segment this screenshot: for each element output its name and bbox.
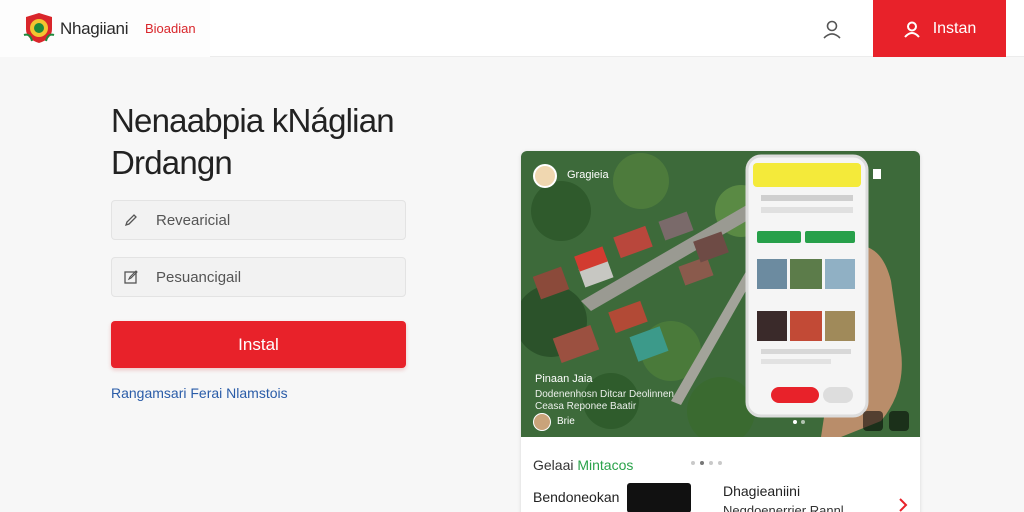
header-install-label: Instan [932,19,977,37]
replay-icon[interactable] [863,411,883,431]
pager-dot[interactable] [691,461,695,465]
pencil-icon [124,214,137,227]
logo-emblem-icon [23,13,55,43]
pager-dot[interactable] [718,461,722,465]
list-item-title[interactable]: Dhagieaniini [723,483,800,499]
post-caption-line: Ceasa Reponee Baatir [535,401,637,412]
header-install-button[interactable]: Instan [873,0,1006,57]
top-bar: Nhagiiani Bioadian Instan [0,0,1024,57]
carousel-dot[interactable] [793,420,797,424]
list-item-subtitle: Negdoenerrier Rannl [723,503,844,512]
app-preview-card: Gragieia Pinaan Jaia Dodenenhosn Ditcar … [521,151,920,512]
card-footer: Gelaai Mintacos Bendoneokan Dhagieaniini… [521,437,920,512]
commenter-avatar[interactable] [533,413,551,431]
pager-dot[interactable] [700,461,704,465]
carousel-dot[interactable] [801,420,805,424]
install-submit-button[interactable]: Instal [111,321,406,368]
edit-box-icon [124,270,138,284]
brand-area[interactable]: Nhagiiani Bioadian [0,0,210,57]
first-input[interactable] [156,211,396,229]
second-input-field[interactable] [111,257,406,297]
secondary-link[interactable]: Rangamsari Ferai Nlamstois [111,385,288,401]
post-author: Gragieia [567,169,609,181]
first-input-field[interactable] [111,200,406,240]
post-caption-line: Dodenenhosn Ditcar Deolinnen [535,389,674,400]
list-item-label[interactable]: Bendoneokan [533,489,619,505]
post-avatar[interactable] [533,164,557,188]
page-title: Nenaabpia kNáglian Drdangn [111,102,395,181]
user-profile-icon[interactable] [820,17,844,41]
second-input[interactable] [156,268,396,286]
chevron-right-icon[interactable] [897,497,909,512]
pager-dot[interactable] [709,461,713,465]
post-meta: Brie [557,416,575,427]
brand-name: Nhagiiani [60,19,129,38]
brand-subtitle: Bioadian [145,21,196,36]
section-title: Gelaai Mintacos [533,457,634,473]
bookmark-icon[interactable] [889,411,909,431]
carousel-indicator [793,420,805,424]
section-pager [691,461,722,465]
user-icon [903,21,920,38]
post-caption: Pinaan Jaia [535,373,593,385]
list-item-thumbnail[interactable] [627,483,691,512]
